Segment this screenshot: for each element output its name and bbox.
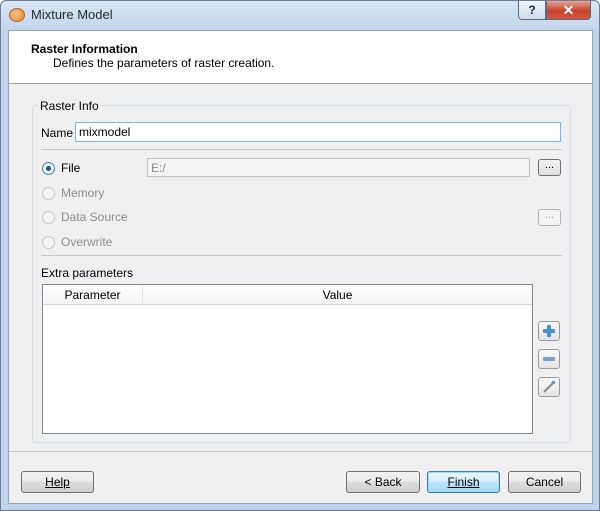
overwrite-radio-label: Overwrite bbox=[61, 235, 113, 249]
file-radio-button[interactable] bbox=[42, 161, 55, 175]
datasource-radio-label: Data Source bbox=[61, 210, 128, 224]
help-button[interactable]: Help bbox=[21, 471, 94, 493]
app-logo-icon bbox=[9, 8, 25, 22]
overwrite-radio-button[interactable] bbox=[42, 235, 55, 249]
wizard-client-area: Raster Information Defines the parameter… bbox=[8, 30, 593, 504]
memory-radio-button[interactable] bbox=[42, 186, 55, 200]
separator bbox=[41, 149, 562, 150]
title-bar[interactable]: Mixture Model ? ✕ bbox=[1, 1, 599, 29]
window-title: Mixture Model bbox=[31, 7, 113, 22]
name-input[interactable] bbox=[75, 122, 561, 142]
extra-parameters-table[interactable]: Parameter Value bbox=[42, 284, 533, 434]
memory-radio-label: Memory bbox=[61, 186, 105, 200]
close-window-button[interactable]: ✕ bbox=[546, 1, 591, 20]
extra-parameters-label: Extra parameters bbox=[41, 266, 134, 280]
file-path-field: E:/ bbox=[147, 158, 530, 177]
raster-info-group-title: Raster Info bbox=[38, 99, 101, 113]
memory-radio-option[interactable]: Memory bbox=[42, 186, 104, 200]
wizard-window: Mixture Model ? ✕ Raster Information Def… bbox=[0, 0, 600, 511]
overwrite-radio-option[interactable]: Overwrite bbox=[42, 235, 112, 249]
finish-button-label: Finish bbox=[447, 475, 480, 489]
help-button-label: Help bbox=[45, 475, 70, 489]
edit-parameter-button[interactable] bbox=[538, 377, 560, 397]
add-parameter-button[interactable] bbox=[538, 321, 560, 341]
wand-icon bbox=[543, 380, 556, 393]
back-button[interactable]: < Back bbox=[346, 471, 420, 493]
plus-icon bbox=[543, 325, 555, 337]
file-radio-option[interactable]: File bbox=[42, 161, 80, 175]
column-header-parameter[interactable]: Parameter bbox=[43, 285, 143, 305]
footer-separator bbox=[9, 451, 592, 452]
cancel-button-label: Cancel bbox=[525, 475, 564, 489]
cancel-button[interactable]: Cancel bbox=[508, 471, 581, 493]
separator bbox=[41, 255, 562, 256]
name-label: Name bbox=[41, 126, 74, 140]
file-radio-label: File bbox=[61, 161, 81, 175]
finish-button[interactable]: Finish bbox=[427, 471, 500, 493]
page-subtitle: Defines the parameters of raster creatio… bbox=[53, 56, 275, 70]
browse-datasource-button[interactable]: ... bbox=[538, 209, 561, 226]
back-button-label: < Back bbox=[364, 475, 402, 489]
browse-file-button[interactable]: ... bbox=[538, 159, 561, 176]
datasource-radio-option[interactable]: Data Source bbox=[42, 210, 128, 224]
column-header-value[interactable]: Value bbox=[143, 285, 532, 305]
page-title: Raster Information bbox=[31, 42, 138, 56]
page-header: Raster Information Defines the parameter… bbox=[9, 31, 592, 84]
minus-icon bbox=[543, 357, 555, 361]
remove-parameter-button[interactable] bbox=[538, 349, 560, 369]
datasource-radio-button[interactable] bbox=[42, 210, 55, 224]
table-header: Parameter Value bbox=[43, 285, 532, 305]
context-help-button[interactable]: ? bbox=[518, 1, 546, 20]
